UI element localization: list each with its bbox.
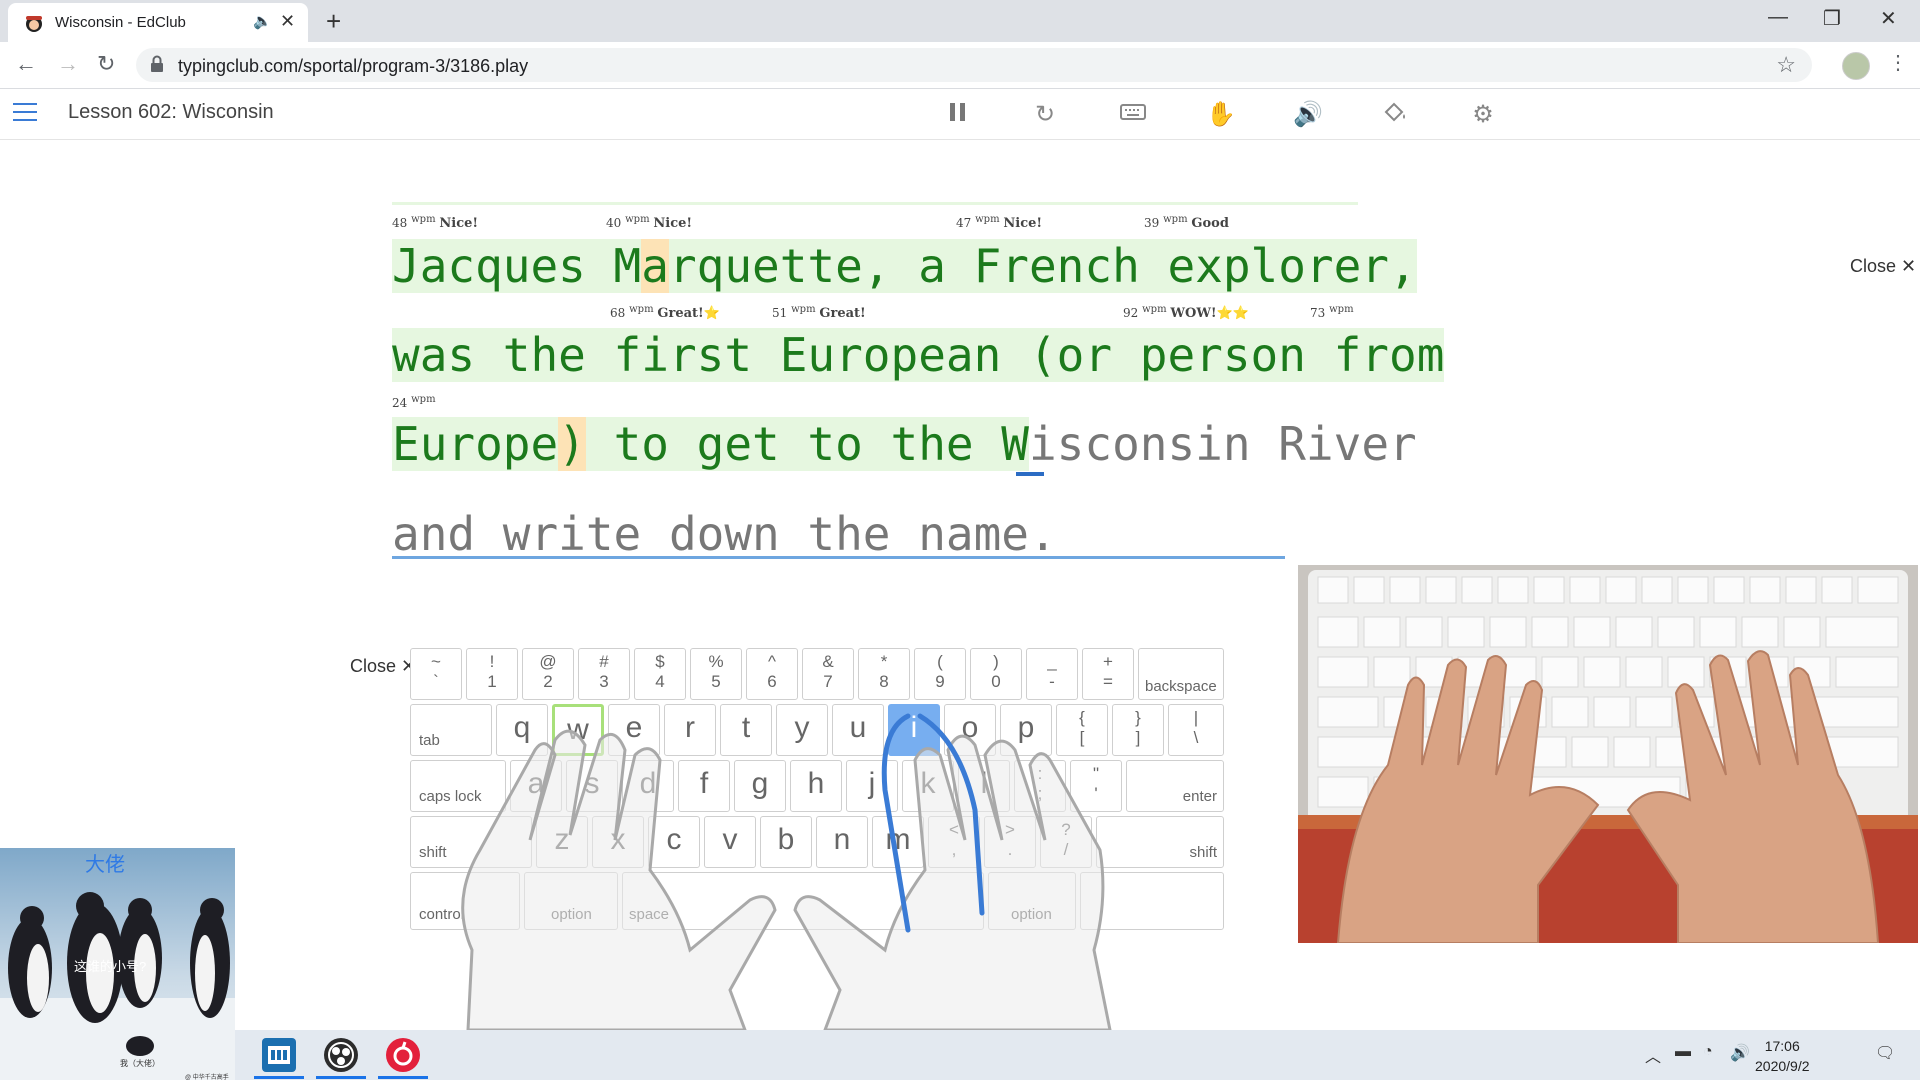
wpm-label: 73 wpm <box>1310 304 1354 320</box>
wpm-label: 92 wpm WOW!⭐⭐ <box>1123 304 1249 321</box>
wpm-label: 47 wpm Nice! <box>956 214 1043 231</box>
typed-text: to get to the W <box>585 417 1029 471</box>
tab-close-icon[interactable]: ✕ <box>280 11 295 32</box>
meme-caption: 这谁的小号? <box>74 959 147 974</box>
tab-audio-icon[interactable]: 🔈 <box>253 12 272 30</box>
wpm-label: 40 wpm Nice! <box>606 214 693 231</box>
reload-icon[interactable]: ↻ <box>97 51 115 77</box>
hand-icon[interactable]: ✋ <box>1206 100 1236 130</box>
show-hidden-icons-icon[interactable]: ︿ <box>1645 1043 1661 1067</box>
wpm-label: 51 wpm Great! <box>772 304 866 321</box>
theme-icon[interactable] <box>1380 100 1410 130</box>
typed-text: Jacques M <box>392 239 642 293</box>
error-char: a <box>641 239 669 293</box>
app-header: Lesson 602: Wisconsin ↻ ✋ 🔊 ⚙ <box>0 89 1920 140</box>
typed-text: Europe <box>392 417 559 471</box>
window-close-button[interactable]: ✕ <box>1880 6 1897 31</box>
key-backspace[interactable]: backspace <box>1138 648 1224 700</box>
typing-app-taskbar-icon[interactable] <box>262 1038 296 1072</box>
keyboard-icon[interactable] <box>1118 100 1148 130</box>
webcam-image <box>1298 565 1918 943</box>
browser-menu-icon[interactable]: ⋮ <box>1888 50 1908 75</box>
battery-icon[interactable]: ▬ <box>1675 1043 1691 1061</box>
browser-tab[interactable]: Wisconsin - EdClub 🔈 ✕ <box>8 3 308 42</box>
meme-watermark: @ 中华千古高手 <box>185 1075 229 1080</box>
key-1[interactable]: ! 1 <box>466 648 518 700</box>
previous-line-remnant <box>392 202 1358 205</box>
key-equals[interactable]: + = <box>1082 648 1134 700</box>
restart-icon[interactable]: ↻ <box>1030 100 1060 130</box>
wpm-label: 24 wpm <box>392 394 436 410</box>
typing-line-4: and write down the name. <box>392 507 1057 561</box>
network-icon[interactable]: ◔ <box>1703 1043 1713 1061</box>
sound-icon[interactable]: 🔊 <box>1293 100 1323 130</box>
pause-icon[interactable] <box>943 100 973 130</box>
wpm-label: 68 wpm Great!⭐ <box>610 304 720 321</box>
wpm-label: 39 wpm Good <box>1144 214 1229 231</box>
restore-button[interactable]: ❐ <box>1823 6 1841 31</box>
key-9[interactable]: ( 9 <box>914 648 966 700</box>
hand-guide-overlay <box>461 713 1112 1030</box>
key-0[interactable]: ) 0 <box>970 648 1022 700</box>
back-icon[interactable]: ← <box>15 51 37 77</box>
bookmark-star-icon[interactable]: ☆ <box>1776 52 1796 78</box>
notifications-icon[interactable]: 🗨 <box>1875 1043 1895 1063</box>
left-hand-outline <box>461 729 777 1030</box>
volume-icon[interactable]: 🔊 <box>1730 1043 1750 1063</box>
browser-tabstrip: Wisconsin - EdClub 🔈 ✕ + — ❐ ✕ <box>0 0 1920 42</box>
meme-small-label: 我（大佬） <box>120 1059 160 1068</box>
close-webcam-button[interactable]: Close ✕ <box>1850 256 1916 277</box>
browser-toolbar: ← → ↻ typingclub.com/sportal/program-3/3… <box>0 42 1920 89</box>
key-8[interactable]: * 8 <box>858 648 910 700</box>
url-text: typingclub.com/sportal/program-3/3186.pl… <box>178 56 529 76</box>
lesson-title: Lesson 602: Wisconsin <box>68 101 274 123</box>
right-hand-outline <box>793 734 1112 1030</box>
meme-title: 大佬 <box>85 854 125 876</box>
key-2[interactable]: @ 2 <box>522 648 574 700</box>
untyped-text: isconsin River <box>1028 417 1417 471</box>
minimize-button[interactable]: — <box>1768 6 1788 29</box>
key-5[interactable]: % 5 <box>690 648 742 700</box>
key-3[interactable]: # 3 <box>578 648 630 700</box>
netease-music-taskbar-icon[interactable] <box>386 1038 420 1072</box>
typing-line-3: Europe) to get to the Wisconsin River <box>392 416 1417 472</box>
error-char: ) <box>558 417 586 471</box>
obs-taskbar-icon[interactable] <box>324 1038 358 1072</box>
new-tab-button[interactable]: + <box>326 6 341 37</box>
forward-icon[interactable]: → <box>57 51 79 77</box>
key-enter[interactable]: enter <box>1126 760 1224 812</box>
webcam-feed <box>1298 565 1918 943</box>
lock-icon <box>151 55 163 72</box>
profile-avatar[interactable] <box>1842 52 1870 80</box>
menu-icon[interactable] <box>13 103 37 123</box>
text-area-underline <box>392 556 1285 559</box>
typing-line-2: was the first European (or person from <box>392 327 1445 383</box>
meme-overlay: 大佬 这谁的小号? 我（大佬） @ 中华千古高手 <box>0 848 235 1080</box>
system-clock[interactable]: 17:06 2020/9/2 <box>1755 1036 1810 1076</box>
taskbar: ︿ ▬ ◔ 🔊 17:06 2020/9/2 🗨 <box>235 1030 1920 1080</box>
key-6[interactable]: ^ 6 <box>746 648 798 700</box>
clock-time: 17:06 <box>1764 1038 1800 1054</box>
settings-icon[interactable]: ⚙ <box>1468 100 1498 130</box>
key-4[interactable]: $ 4 <box>634 648 686 700</box>
key-backslash[interactable]: | \ <box>1168 704 1224 756</box>
edclub-favicon-icon <box>26 16 42 32</box>
active-app-indicator <box>254 1076 304 1079</box>
active-app-indicator <box>316 1076 366 1079</box>
wpm-label: 48 wpm Nice! <box>392 214 479 231</box>
key-7[interactable]: & 7 <box>802 648 854 700</box>
active-app-indicator <box>378 1076 428 1079</box>
typing-line-1: Jacques Marquette, a French explorer, <box>392 238 1417 294</box>
typing-cursor <box>1016 472 1044 476</box>
clock-date: 2020/9/2 <box>1755 1058 1810 1074</box>
address-bar[interactable]: typingclub.com/sportal/program-3/3186.pl… <box>136 48 1812 82</box>
close-keyboard-button[interactable]: Close ✕ <box>350 656 416 677</box>
tab-title: Wisconsin - EdClub <box>55 14 186 31</box>
typed-text: rquette, a French explorer, <box>668 239 1417 293</box>
key-minus[interactable]: _ - <box>1026 648 1078 700</box>
key-backtick[interactable]: ~ ` <box>410 648 462 700</box>
active-finger-path <box>881 713 911 933</box>
typed-text: was the first European (or person from <box>392 328 1445 382</box>
